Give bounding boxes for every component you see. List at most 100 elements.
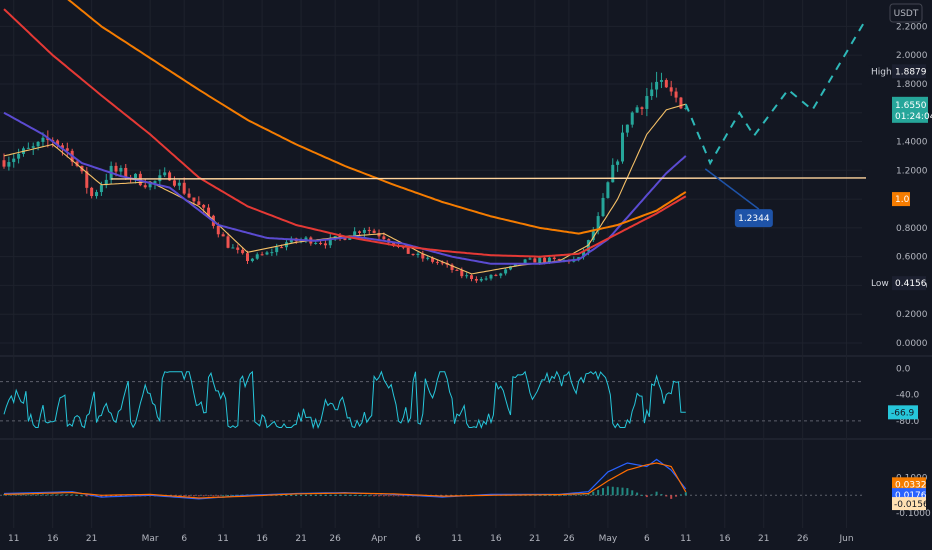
histogram-bar [343,494,346,496]
candle-body [411,253,415,256]
candle-body [538,257,542,263]
histogram-bar [679,494,682,496]
time-axis[interactable]: 11 16 21 Mar 6 11 16 21 26 Apr 6 11 16 21 26 May 6 11 16 21… [8,534,854,544]
histogram-bar [324,494,327,496]
low-value: 0.4156 [895,279,927,289]
macd-pane[interactable] [0,458,862,500]
histogram-bar [285,494,288,496]
histogram-bar [650,494,653,496]
last-price-value: 1.6550 [895,101,927,111]
histogram-bar [616,487,619,496]
candle-body [143,185,147,188]
candle-body [197,201,201,205]
oscillator-pane[interactable] [0,370,862,430]
histogram-bar [85,495,88,497]
time-tick-label: 21 [86,534,97,544]
candle-body [216,225,220,235]
candle-body [620,132,624,162]
countdown-value: 01:24:04 [895,112,932,122]
candle-body [260,254,264,256]
candle-body [465,275,469,277]
time-tick-label: 26 [329,534,341,544]
histogram-bar [597,489,600,496]
osc-tick-label: -40.0 [896,391,920,401]
histogram-bar [183,495,186,497]
candle-body [255,254,259,259]
time-tick-label: Apr [371,534,387,544]
osc-value: -66.9 [891,408,915,418]
candle-body [7,162,11,167]
candle-body [455,269,459,271]
histogram-bar [358,495,361,497]
candle-body [679,97,683,109]
time-tick-label: 26 [563,534,575,544]
trading-chart[interactable]: 1.2344 11 16 21 Mar 6 11 16 21 26 Apr 6 11 16 21 26 May… [0,0,932,550]
time-tick-label: 16 [719,534,731,544]
histogram-bar [387,495,390,497]
histogram-bar [32,494,35,496]
candle-body [489,274,493,279]
moving-average-line [3,8,687,258]
candle-body [182,182,186,194]
candle-body [314,242,318,244]
time-tick-label: 11 [680,534,691,544]
candle-body [616,161,620,165]
candle-body [280,247,284,249]
candle-body [187,193,191,198]
histogram-bar [319,494,322,496]
candle-body [504,269,508,274]
histogram-bar [592,491,595,496]
time-tick-label: 16 [490,534,502,544]
candle-body [323,243,327,246]
histogram-bar [334,494,337,496]
candle-body [319,242,323,244]
time-tick-label: 6 [644,534,650,544]
price-tick-label: 1.8000 [896,80,928,90]
currency-label: USDT [894,9,919,19]
price-tick-label: 0.8000 [896,224,928,234]
histogram-bar [56,494,59,496]
candle-body [231,247,235,249]
moving-average-line [3,103,686,275]
histogram-bar [363,495,366,497]
histogram-bar [348,494,351,496]
candle-body [265,252,269,255]
candle-body [17,153,21,159]
time-tick-label: 21 [295,534,306,544]
candle-body [362,229,366,233]
histogram-bar [377,495,380,497]
histogram-bar [392,495,395,497]
candle-body [630,112,634,125]
time-tick-label: Mar [142,534,159,544]
candle-body [669,87,673,92]
histogram-bar [621,487,624,496]
candle-body [367,229,371,231]
candle-body [275,247,279,253]
histogram-bar [382,495,385,497]
candle-body [41,137,45,142]
histogram-bar [640,494,643,496]
histogram-bar [353,494,356,496]
macd-value-c: -0.0156 [894,500,929,510]
candle-body [479,278,483,281]
histogram-bar [368,495,371,497]
histogram-bar [27,494,30,496]
candle-body [90,187,94,197]
candle-body [533,258,537,263]
time-tick-label: 11 [217,534,228,544]
candle-body [114,165,118,172]
candle-body [470,275,474,279]
time-tick-label: 26 [797,534,809,544]
time-tick-label: 21 [529,534,540,544]
moving-average-line [67,0,687,235]
candle-body [611,164,615,183]
histogram-bar [636,492,639,496]
histogram-bar [329,494,332,496]
macd-tick-label: -0.1000 [896,509,931,519]
histogram-bar [188,495,191,497]
candle-body [435,261,439,263]
price-axis[interactable]: 2.20002.00001.80001.60001.40001.20000.80… [889,3,931,519]
time-tick-label: 16 [47,534,59,544]
candle-body [650,89,654,97]
candle-body [12,158,16,163]
